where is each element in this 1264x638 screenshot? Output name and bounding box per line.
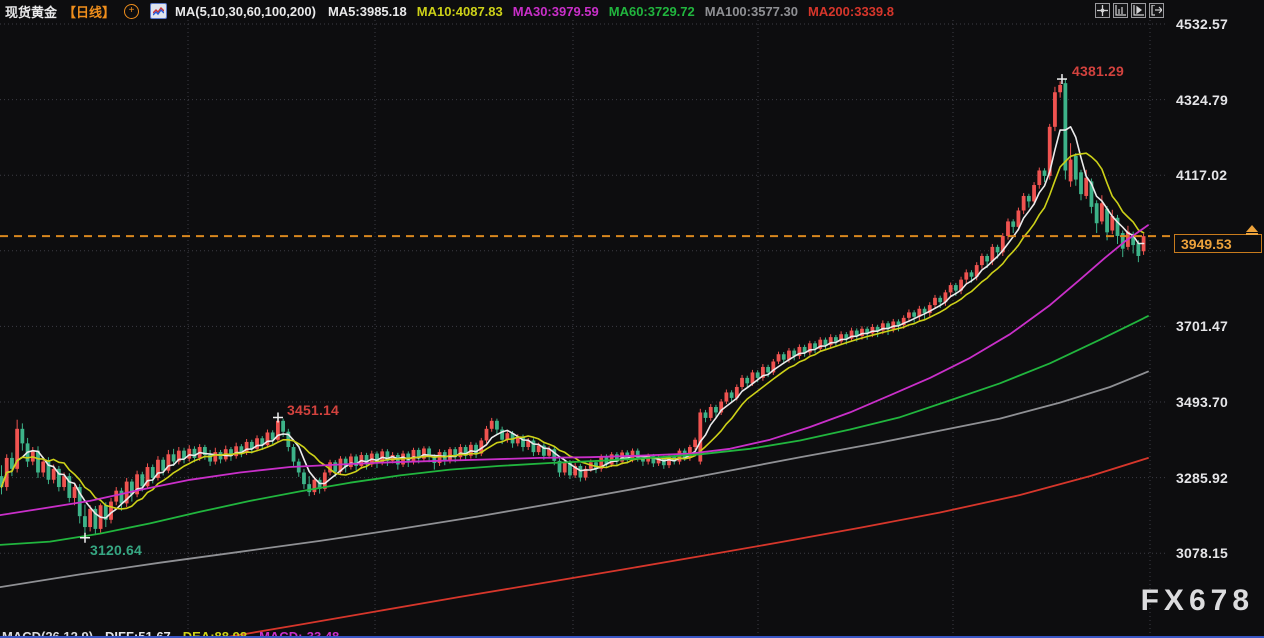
- exit-panel-icon[interactable]: [1149, 3, 1164, 18]
- ma-legend-item: MA200:3339.8: [808, 4, 894, 19]
- extreme-price-label: 3120.64: [90, 542, 142, 558]
- candlestick-chart[interactable]: [0, 0, 1264, 638]
- ma-legend: MA5:3985.18 MA10:4087.83 MA30:3979.59 MA60:…: [328, 4, 894, 19]
- ma-legend-item: MA30:3979.59: [513, 4, 599, 19]
- ma-legend-item: MA5:3985.18: [328, 4, 407, 19]
- price-axis-label: 3078.15: [1176, 545, 1260, 561]
- last-price-box: 3949.53: [1174, 234, 1262, 253]
- last-price-value: 3949.53: [1181, 236, 1232, 252]
- timeframe-label: 【日线】: [63, 2, 115, 21]
- price-axis-label: 3493.70: [1176, 394, 1260, 410]
- axis-candles-icon[interactable]: [1113, 3, 1128, 18]
- price-up-arrow-base: [1246, 233, 1258, 235]
- axis-pointer-icon[interactable]: [1131, 3, 1146, 18]
- symbol-name: 现货黄金: [5, 2, 57, 21]
- chart-toolbar: [1095, 3, 1164, 18]
- ma-formula: MA(5,10,30,60,100,200): [175, 4, 316, 19]
- expand-icon[interactable]: +: [124, 4, 139, 19]
- extreme-price-label: 3451.14: [287, 402, 339, 418]
- price-axis-label: 3285.92: [1176, 470, 1260, 486]
- indicator-chart-icon[interactable]: [150, 3, 167, 19]
- price-axis-label: 4324.79: [1176, 92, 1260, 108]
- fx678-watermark: FX678: [1141, 584, 1254, 618]
- ma-legend-item: MA60:3729.72: [609, 4, 695, 19]
- price-axis-label: 4117.02: [1176, 167, 1260, 183]
- price-axis-label: 3701.47: [1176, 318, 1260, 334]
- price-up-arrow-icon: [1246, 225, 1258, 232]
- pan-move-icon[interactable]: [1095, 3, 1110, 18]
- title-bar: 现货黄金 【日线】 + MA(5,10,30,60,100,200) MA5:3…: [0, 0, 1264, 22]
- ma-legend-item: MA100:3577.30: [705, 4, 798, 19]
- chart-window: { "header": { "symbol": "现货黄金", "period"…: [0, 0, 1264, 638]
- ma-legend-item: MA10:4087.83: [417, 4, 503, 19]
- extreme-price-label: 4381.29: [1072, 63, 1124, 79]
